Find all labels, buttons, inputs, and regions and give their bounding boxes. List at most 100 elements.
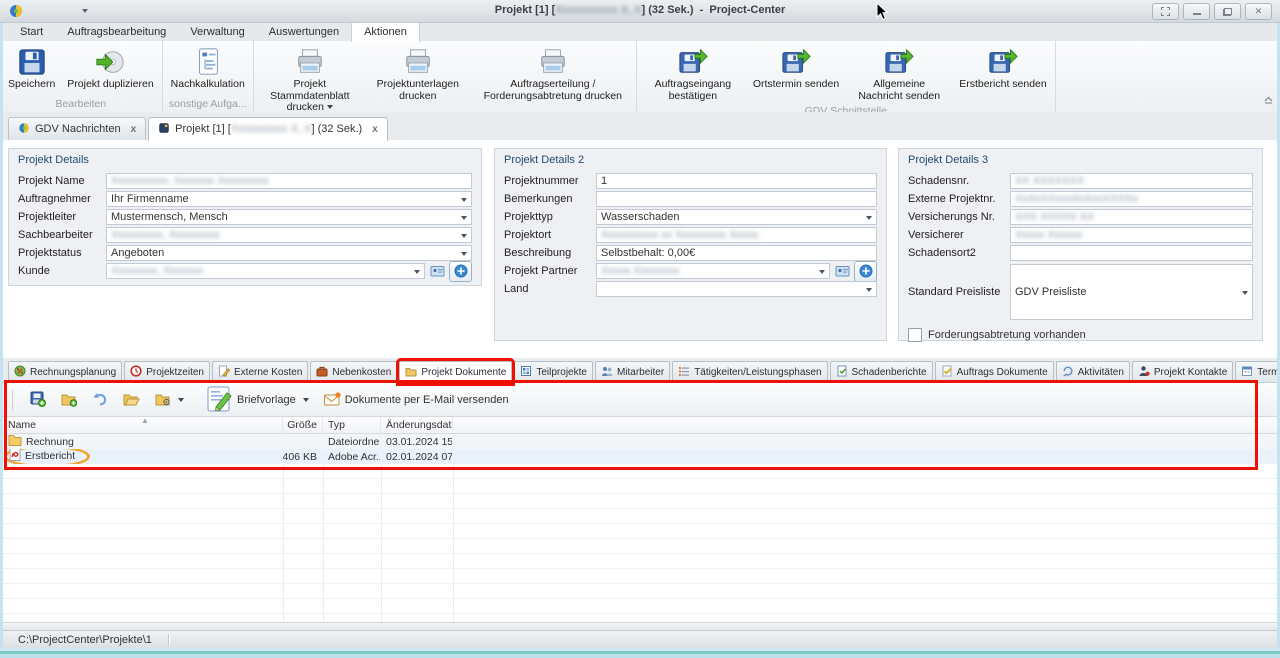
panel-projekt-details-3: Projekt Details 3 Schadensnr. XX XXXXXXX… [898,148,1263,341]
tab-projektzeiten[interactable]: Projektzeiten [124,361,210,382]
contact-card-icon[interactable] [430,264,445,278]
versicherungs-nr-input[interactable]: XXX XXXXX XX [1010,209,1253,225]
projektstatus-select[interactable]: Angeboten [106,245,472,261]
tab-termine[interactable]: Termine [1235,361,1280,382]
beschreibung-input[interactable]: Selbstbehalt: 0,00€ [596,245,877,261]
tab-taetigkeiten[interactable]: Tätigkeiten/Leistungsphasen [672,361,827,382]
doc-tab-gdv-nachrichten[interactable]: GDV Nachrichten x [8,117,146,140]
ortstermin-senden-button[interactable]: Ortstermin senden [748,43,844,93]
ribbon-tab-aktionen[interactable]: Aktionen [351,22,420,42]
tab-nebenkosten[interactable]: Nebenkosten [310,361,397,382]
ribbon-group-bearbeiten: Speichern Projekt duplizieren Bearbeiten [0,41,163,112]
externe-projektnr-input[interactable]: XxXxXXxxxXxXxxXXXXx [1010,191,1253,207]
bemerkungen-input[interactable] [596,191,877,207]
window-frame-left [0,22,3,650]
ribbon-tab-verwaltung[interactable]: Verwaltung [178,23,256,41]
forderungsabtretung-checkbox[interactable] [908,328,922,342]
activities-list-icon [678,365,690,380]
order-documents-icon [941,365,953,380]
external-costs-icon [218,365,230,380]
dropdown-arrow-icon [178,398,184,402]
field-land: Land [504,281,877,297]
undo-button[interactable] [89,390,111,411]
close-tab-icon[interactable]: x [131,124,137,135]
tab-mitarbeiter[interactable]: Mitarbeiter [595,361,670,382]
column-header-type[interactable]: Typ [323,417,381,433]
projektleiter-select[interactable]: Mustermensch, Mensch [106,209,472,225]
project-detail-area: Projekt Details Projekt Name Xxxxxxxxxx,… [3,140,1277,358]
send-disk-icon [987,45,1019,78]
projekt-duplizieren-button[interactable]: Projekt duplizieren [62,43,158,93]
projekt-partner-select[interactable]: Xxxxx Xxxxxxxx [596,263,830,279]
versicherer-input[interactable]: Xxxxx Xxxxxx [1010,227,1253,243]
fit-window-button[interactable] [1152,3,1179,20]
standard-preisliste-select[interactable]: GDV Preisliste [1010,264,1253,320]
stammdatenblatt-drucken-button[interactable]: Projekt Stammdatenblatt drucken [257,43,363,116]
tab-projekt-kontakte[interactable]: Projekt Kontakte [1132,361,1233,382]
file-row-erstbericht[interactable]: Erstbericht 406 KB Adobe Acr... 02.01.20… [3,449,1277,464]
projektort-input[interactable]: Xxxxxxxxxx xx Xxxxxxxxx Xxxxx [596,227,877,243]
gdv-logo-icon [18,122,30,137]
schadensnr-input[interactable]: XX XXXXXXX [1010,173,1253,189]
ribbon-tab-auftragsbearbeitung[interactable]: Auftragsbearbeitung [55,23,178,41]
schadensort2-input[interactable] [1010,245,1253,261]
projektunterlagen-drucken-button[interactable]: Projektunterlagen drucken [365,43,471,104]
field-schadensnr: Schadensnr. XX XXXXXXX [908,173,1253,189]
email-documents-button[interactable]: Dokumente per E-Mail versenden [321,390,512,411]
tab-aktivitaeten[interactable]: Aktivitäten [1056,361,1130,382]
ribbon-tab-auswertungen[interactable]: Auswertungen [257,23,351,41]
close-button[interactable]: ✕ [1245,3,1272,20]
restore-button[interactable] [1214,3,1241,20]
tab-auftrags-dokumente[interactable]: Auftrags Dokumente [935,361,1054,382]
tab-rechnungsplanung[interactable]: Rechnungsplanung [8,361,122,382]
nachkalkulation-button[interactable]: Nachkalkulation [166,43,250,93]
tab-projekt-dokumente[interactable]: Projekt Dokumente [399,361,512,383]
add-kunde-button[interactable] [449,261,472,282]
column-header-name[interactable]: Name▲ [3,417,283,433]
document-tab-bar: GDV Nachrichten x Projekt [1] [Xxxxxxxxx… [0,112,1280,141]
field-sachbearbeiter: Sachbearbeiter Xxxxxxxxx, Xxxxxxxxx [18,227,472,243]
import-document-button[interactable] [58,389,80,412]
undo-icon [92,392,108,409]
field-projektstatus: Projektstatus Angeboten [18,245,472,261]
save-document-button[interactable] [27,389,49,412]
minimize-button[interactable] [1183,3,1210,20]
auftragnehmer-select[interactable]: Ihr Firmenname [106,191,472,207]
projekttyp-select[interactable]: Wasserschaden [596,209,877,225]
speichern-button[interactable]: Speichern [3,43,60,93]
kunde-select[interactable]: Xxxxxxxx, Xxxxxxx [106,263,425,279]
add-partner-button[interactable] [854,261,877,282]
open-folder-button[interactable] [120,390,143,411]
toolbar-grip[interactable] [12,390,16,410]
tab-schadenberichte[interactable]: Schadenberichte [830,361,933,382]
land-select[interactable] [596,281,877,297]
allgemeine-nachricht-senden-button[interactable]: Allgemeine Nachricht senden [846,43,952,104]
sachbearbeiter-select[interactable]: Xxxxxxxxx, Xxxxxxxxx [106,227,472,243]
collapse-ribbon-icon[interactable] [1263,95,1274,107]
field-projektleiter: Projektleiter Mustermensch, Mensch [18,209,472,225]
dropdown-arrow-icon [327,105,333,109]
projektnummer-input[interactable]: 1 [596,173,877,189]
auftragseingang-bestaetigen-button[interactable]: Auftragseingang bestätigen [640,43,746,104]
folder-settings-button[interactable] [152,390,187,411]
status-bar: C:\ProjectCenter\Projekte\1 [3,630,1277,648]
projekt-name-input[interactable]: Xxxxxxxxxx, Xxxxxxx Xxxxxxxxx [106,173,472,189]
panel-projekt-details: Projekt Details Projekt Name Xxxxxxxxxx,… [8,148,482,286]
close-tab-icon[interactable]: x [372,124,378,135]
field-bemerkungen: Bemerkungen [504,191,877,207]
documents-toolbar: Briefvorlage Dokumente per E-Mail versen… [3,384,1277,417]
column-header-modified[interactable]: Änderungsdat... [381,417,453,433]
ribbon-tab-start[interactable]: Start [8,23,55,41]
contact-card-icon[interactable] [835,264,850,278]
tab-externe-kosten[interactable]: Externe Kosten [212,361,308,382]
file-row-rechnung[interactable]: Rechnung Dateiordner 03.01.2024 15... [3,434,1277,449]
tab-teilprojekte[interactable]: Teilprojekte [514,361,593,382]
list-header: Name▲ Größe Typ Änderungsdat... [3,417,1277,434]
briefvorlage-button[interactable]: Briefvorlage [204,384,312,417]
column-header-size[interactable]: Größe [283,417,323,433]
field-schadensort2: Schadensort2 [908,245,1253,261]
doc-tab-projekt[interactable]: Projekt [1] [Xxxxxxxxxx X, X] (32 Sek.) … [148,117,388,141]
auftragserteilung-drucken-button[interactable]: Auftragserteilung / Forderungsabtretung … [473,43,633,104]
folder-settings-icon [155,392,171,409]
erstbericht-senden-button[interactable]: Erstbericht senden [954,43,1052,93]
